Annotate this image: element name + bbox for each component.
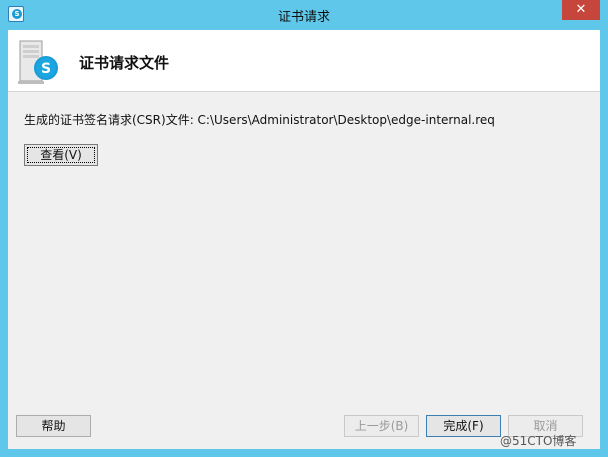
window-title: 证书请求 [277, 10, 330, 25]
finish-button[interactable]: 完成(F) [426, 415, 501, 437]
back-button[interactable]: 上一步(B) [344, 415, 419, 437]
server-skype-icon: S [18, 40, 58, 84]
title-bar[interactable]: S 证书请求 ✕ [0, 0, 608, 30]
dialog-window: S 证书请求 ✕ S 证书请求文件 生成的证书签名请求(CSR)文件: C:\U… [0, 0, 608, 457]
page-title: 证书请求文件 [79, 54, 170, 72]
wizard-header: S 证书请求文件 [8, 30, 600, 92]
watermark: @51CTO博客 [500, 434, 577, 448]
dialog-client-area: S 证书请求文件 生成的证书签名请求(CSR)文件: C:\Users\Admi… [8, 30, 600, 449]
help-button[interactable]: 帮助 [16, 415, 91, 437]
csr-file-path-text: 生成的证书签名请求(CSR)文件: C:\Users\Administrator… [24, 113, 495, 127]
close-button[interactable]: ✕ [562, 0, 600, 20]
view-button[interactable]: 查看(V) [24, 144, 98, 166]
svg-text:S: S [41, 61, 51, 77]
